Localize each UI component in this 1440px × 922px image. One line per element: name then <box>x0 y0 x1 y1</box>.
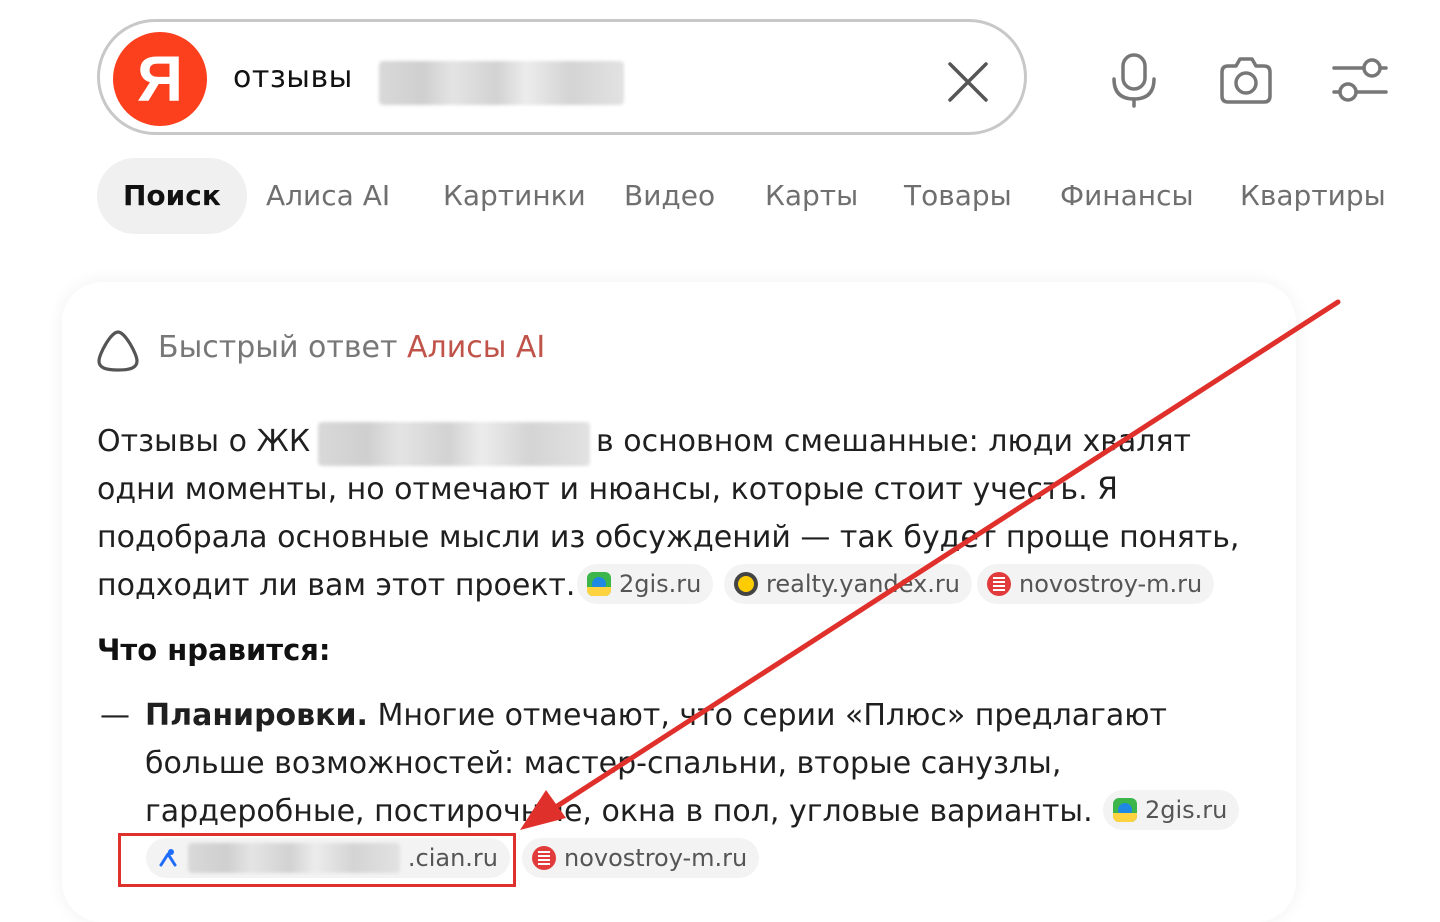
2gis-favicon <box>587 572 611 596</box>
novostroy-favicon <box>532 846 556 870</box>
likes-heading: Что нравится: <box>97 633 331 667</box>
filter-settings-icon[interactable] <box>1332 52 1388 108</box>
bullet-line-1: Планировки. Многие отмечают, что серии «… <box>145 698 1167 733</box>
bullet-dash: — <box>100 698 130 733</box>
bullet-line-2: больше возможностей: мастер-спальни, вто… <box>145 746 1062 781</box>
tab-alice-ai[interactable]: Алиса AI <box>266 158 390 234</box>
answer-line-4: подходит ли вам этот проект. <box>97 568 576 603</box>
highlight-box <box>118 833 516 887</box>
source-chip-2gis[interactable]: 2gis.ru <box>577 564 714 604</box>
tab-finance[interactable]: Финансы <box>1060 158 1194 234</box>
microphone-icon[interactable] <box>1106 52 1162 108</box>
search-input[interactable]: отзывы <box>233 60 353 95</box>
source-label: 2gis.ru <box>1145 796 1228 824</box>
2gis-favicon <box>1113 798 1137 822</box>
tab-products[interactable]: Товары <box>904 158 1012 234</box>
alice-icon <box>97 330 139 372</box>
tab-video[interactable]: Видео <box>624 158 715 234</box>
answer-title-accent: Алисы AI <box>407 330 546 365</box>
source-label: novostroy-m.ru <box>1019 570 1203 598</box>
tab-apartments[interactable]: Квартиры <box>1240 158 1386 234</box>
redacted-complex-name <box>318 422 590 466</box>
realty-yandex-favicon <box>734 572 758 596</box>
source-chip-realty-yandex[interactable]: realty.yandex.ru <box>724 564 972 604</box>
source-label: realty.yandex.ru <box>766 570 960 598</box>
source-chip-2gis-2[interactable]: 2gis.ru <box>1103 790 1240 830</box>
answer-line-2: одни моменты, но отмечают и нюансы, кото… <box>97 472 1118 507</box>
answer-title-prefix: Быстрый ответ <box>158 330 398 365</box>
source-chip-novostroy[interactable]: novostroy-m.ru <box>977 564 1215 604</box>
tab-search[interactable]: Поиск <box>97 158 247 234</box>
bullet-line-3: гардеробные, постирочные, окна в пол, уг… <box>145 794 1093 829</box>
bullet-line-1-text: Многие отмечают, что серии «Плюс» предла… <box>377 698 1168 733</box>
yandex-logo[interactable]: Я <box>113 32 207 126</box>
search-bar[interactable]: Я отзывы <box>97 19 1027 135</box>
answer-line-1-start: Отзывы о ЖК <box>97 424 311 459</box>
answer-line-1-end: в основном смешанные: люди хвалят <box>596 424 1192 459</box>
camera-icon[interactable] <box>1218 52 1274 108</box>
source-label: novostroy-m.ru <box>564 844 748 872</box>
answer-line-3: подобрала основные мысли из обсуждений —… <box>97 520 1240 555</box>
tab-images[interactable]: Картинки <box>443 158 586 234</box>
tab-maps[interactable]: Карты <box>765 158 858 234</box>
source-label: 2gis.ru <box>619 570 702 598</box>
redacted-query-text <box>379 61 624 105</box>
close-icon[interactable] <box>946 60 990 104</box>
novostroy-favicon <box>987 572 1011 596</box>
bullet-bold-label: Планировки. <box>145 698 368 733</box>
source-chip-novostroy-2[interactable]: novostroy-m.ru <box>522 838 760 878</box>
answer-title: Быстрый ответ Алисы AI <box>158 330 545 365</box>
